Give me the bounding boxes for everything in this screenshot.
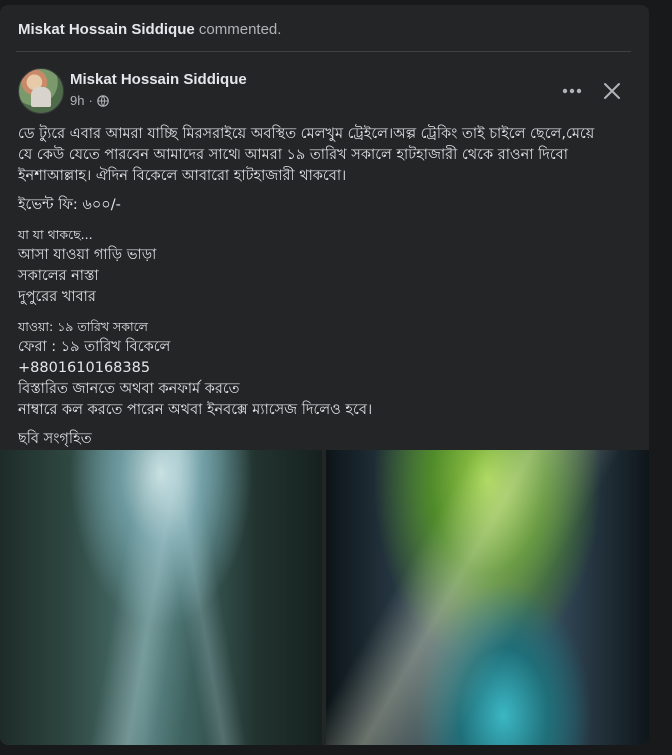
- phone-number-link[interactable]: +8801610168385: [18, 358, 636, 379]
- meta-separator: ·: [88, 93, 93, 108]
- activity-verb: commented.: [198, 21, 282, 38]
- close-button[interactable]: [598, 77, 626, 105]
- post-line: দুপুরের খাবার: [18, 289, 96, 305]
- post-line: যা যা থাকছে...: [18, 227, 93, 242]
- post-line: সকালের নাস্তা: [18, 268, 99, 284]
- avatar[interactable]: [18, 68, 64, 114]
- post-line: যাওয়া: ১৯ তারিখ সকালে: [18, 319, 148, 334]
- author-name-link[interactable]: Miskat Hossain Siddique: [70, 71, 247, 88]
- more-dots-icon: [562, 88, 582, 94]
- post-photo[interactable]: [326, 450, 649, 745]
- post-body: ডে ট্যুরে এবার আমরা যাচ্ছি মিরসরাইয়ে অব…: [18, 124, 636, 450]
- photo-grid: [0, 450, 649, 745]
- post-line: বিস্তারিত জানতে অথবা কনফার্ম করতে: [18, 381, 240, 397]
- post-line: ফেরা : ১৯ তারিখ বিকেলে: [18, 339, 171, 355]
- close-icon: [604, 83, 620, 99]
- post-line: ছবি সংগৃহিত: [18, 431, 92, 447]
- post-meta: 9h ·: [70, 93, 109, 108]
- post-line: ইনশাআল্লাহ। ঐদিন বিকেলে আবারো হাটহাজারী …: [18, 168, 347, 184]
- activity-header: Miskat Hossain Siddique commented.: [18, 20, 281, 40]
- activity-actor-link[interactable]: Miskat Hossain Siddique: [18, 21, 195, 38]
- post-line: যে কেউ যেতে পারবেন আমাদের সাথে৷ আমরা ১৯ …: [18, 147, 568, 163]
- post-timestamp-link[interactable]: 9h: [70, 93, 84, 108]
- post-line: আসা যাওয়া গাড়ি ভাড়া: [18, 247, 157, 263]
- post-line: নাম্বারে কল করতে পারেন অথবা ইনবক্সে ম্যা…: [18, 402, 373, 418]
- divider: [16, 51, 631, 52]
- post-line: ডে ট্যুরে এবার আমরা যাচ্ছি মিরসরাইয়ে অব…: [18, 126, 595, 142]
- post-photo[interactable]: [0, 450, 322, 745]
- more-options-button[interactable]: [558, 77, 586, 105]
- globe-icon[interactable]: [97, 94, 109, 107]
- post-line: ইভেন্ট ফি: ৬০০/-: [18, 197, 121, 213]
- post-card: Miskat Hossain Siddique commented. Miska…: [0, 5, 649, 745]
